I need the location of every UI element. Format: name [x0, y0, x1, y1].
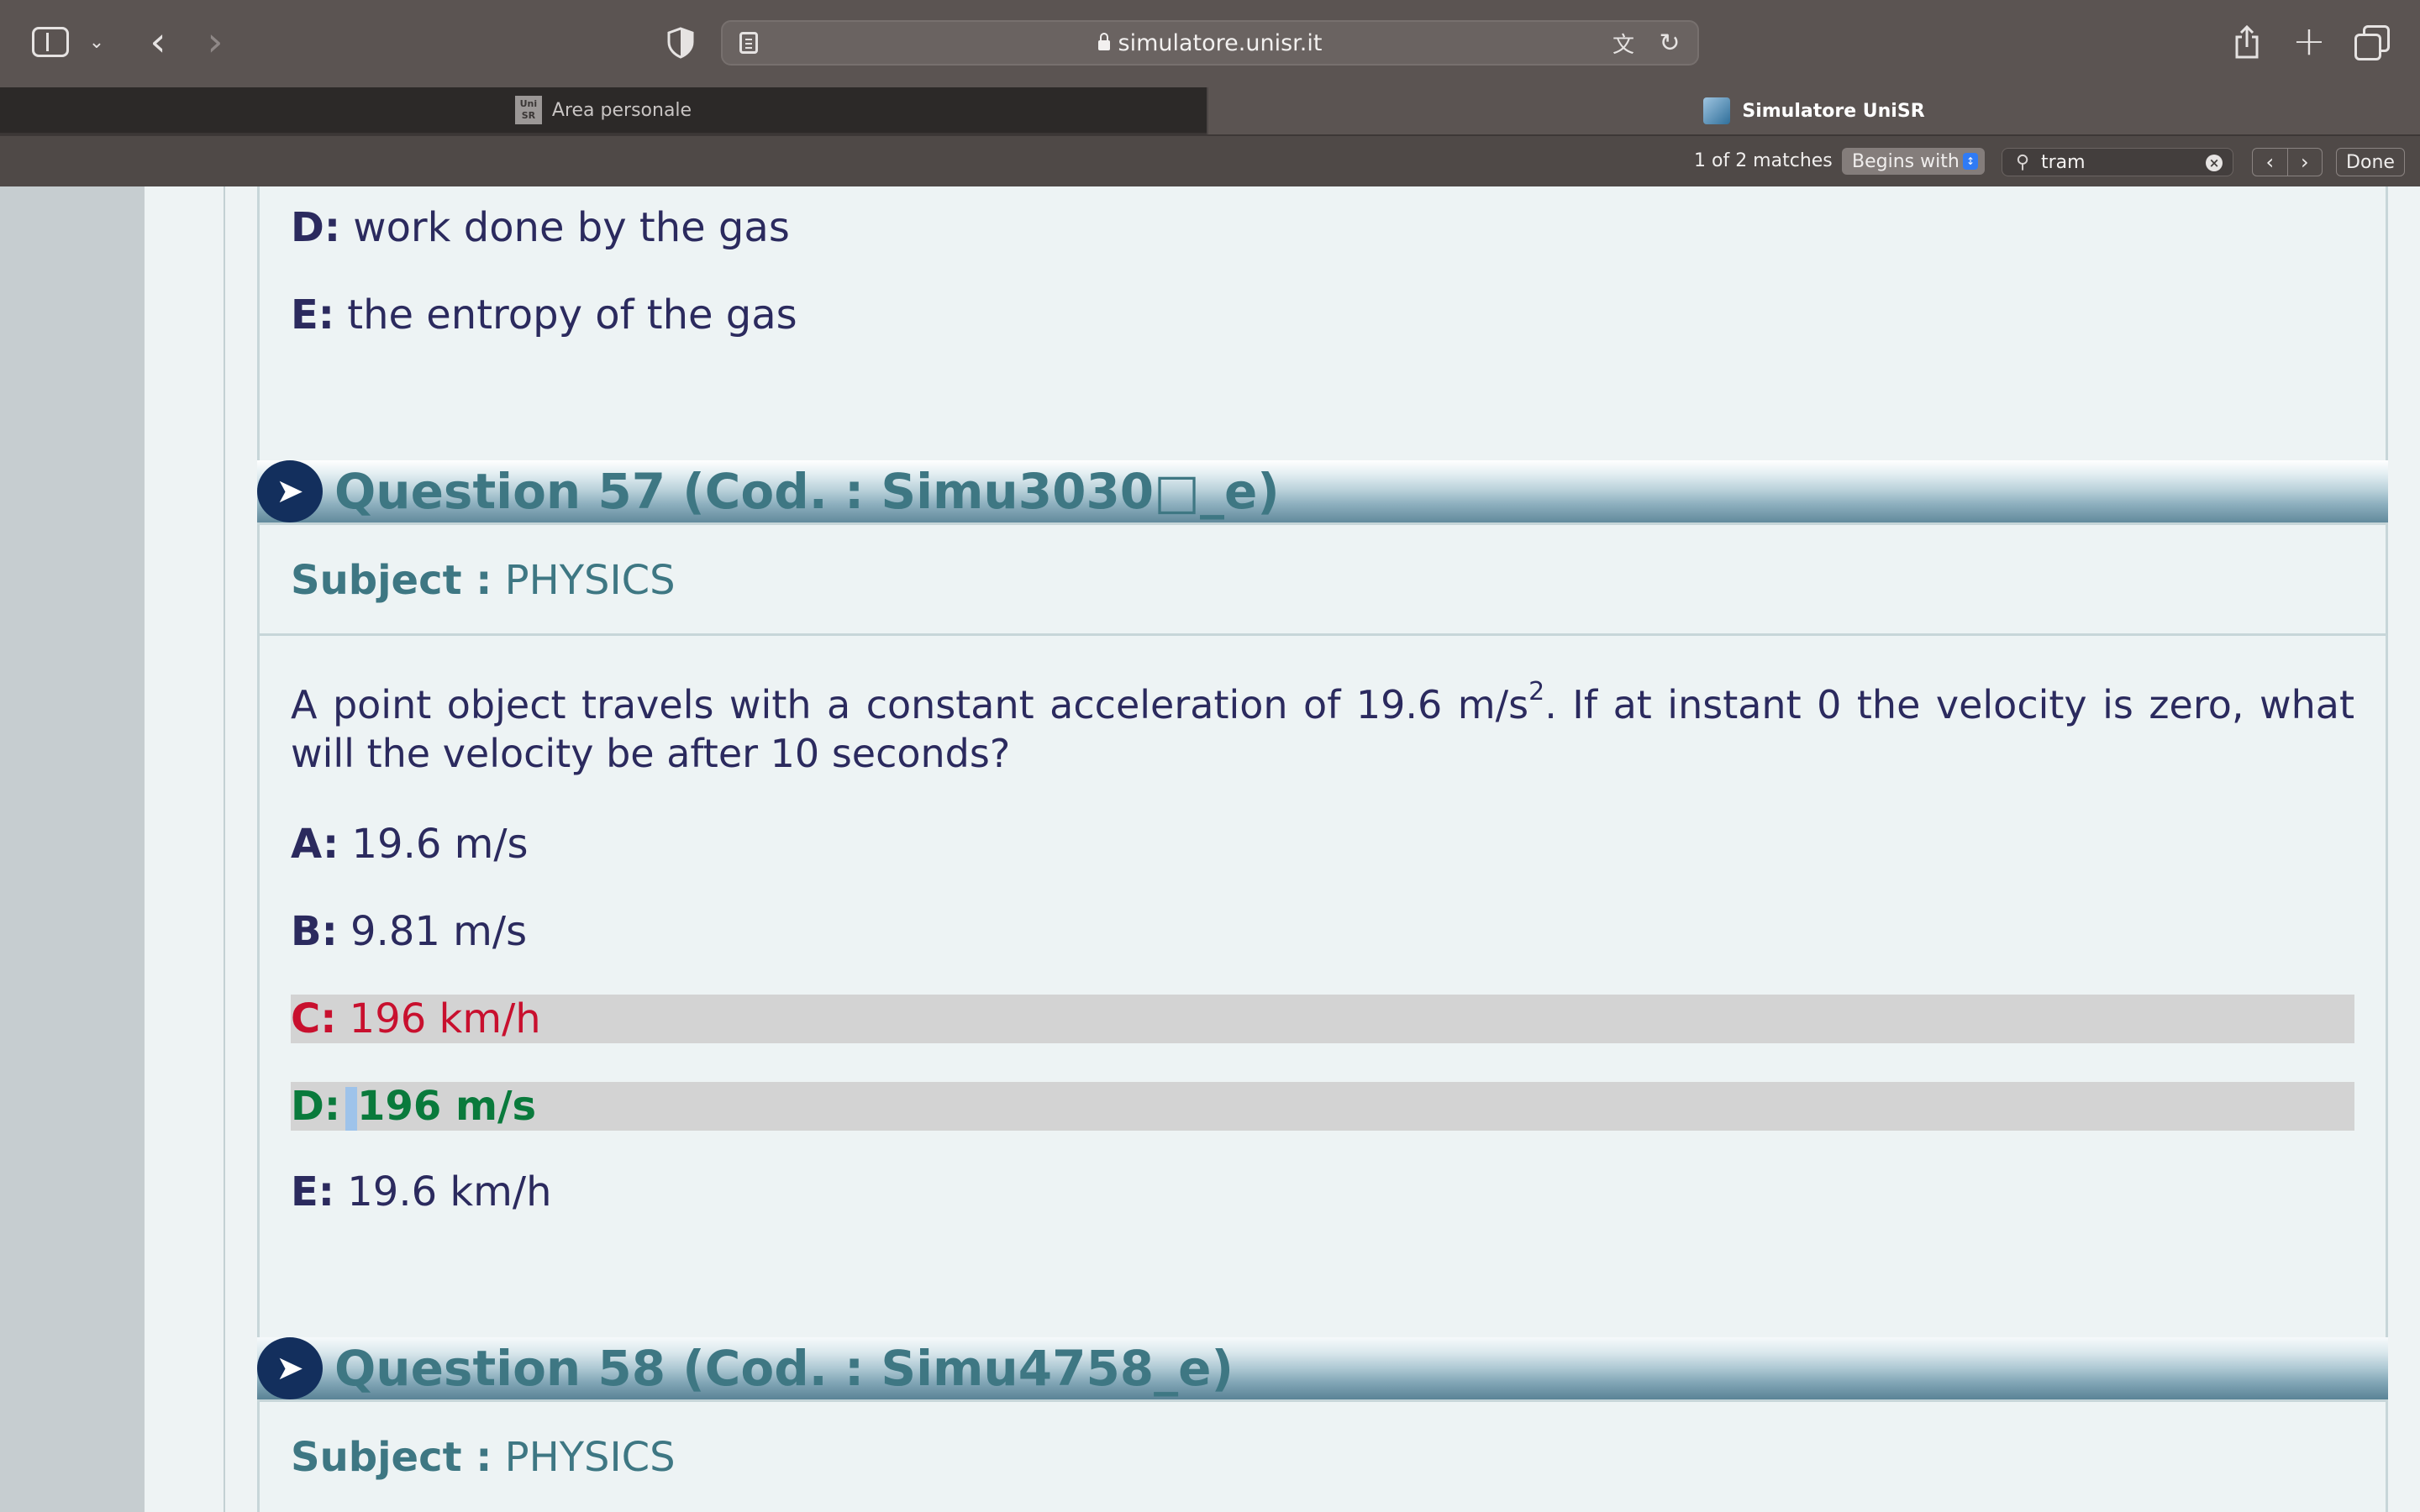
exponent: 2: [1528, 676, 1545, 706]
answer-letter: B:: [291, 908, 338, 955]
address-bar[interactable]: simulatore.unisr.it 文 ↻: [721, 20, 1699, 66]
question-57-text: A point object travels with a constant a…: [291, 676, 2354, 778]
tab-label: Area personale: [551, 99, 692, 121]
subject-label: Subject :: [291, 1434, 492, 1481]
reload-icon[interactable]: ↻: [1655, 29, 1684, 58]
text-cursor-highlight: [345, 1087, 358, 1131]
url-text: simulatore.unisr.it: [1118, 29, 1323, 56]
unisr-favicon-icon: Uni SR: [514, 96, 542, 124]
url-display[interactable]: simulatore.unisr.it: [723, 22, 1697, 64]
answer-b[interactable]: B: 9.81 m/s: [291, 907, 527, 956]
page-viewport: D: work done by the gas E: the entropy o…: [0, 186, 2420, 1512]
tab-label: Simulatore UniSR: [1742, 100, 1925, 122]
prev-answer-d[interactable]: D: work done by the gas: [291, 203, 790, 252]
back-button[interactable]: ‹: [141, 18, 175, 66]
answer-letter: D:: [291, 1083, 341, 1130]
shield-icon: [667, 27, 694, 59]
share-glyph: [2235, 25, 2259, 59]
share-icon[interactable]: [2230, 22, 2264, 62]
answer-text: 19.6 km/h: [334, 1168, 552, 1215]
find-mode-select[interactable]: Begins with ↕: [1842, 148, 1985, 175]
find-bar: 1 of 2 matches Begins with ↕ ⚲ × ‹ › Don…: [0, 134, 2420, 186]
find-navigation: ‹ ›: [2252, 148, 2323, 176]
prev-answer-e[interactable]: E: the entropy of the gas: [291, 291, 797, 339]
subject-divider: [257, 633, 2388, 636]
answer-text: 196 m/s: [357, 1083, 537, 1130]
column-divider: [224, 186, 225, 1512]
chevron-down-icon[interactable]: ⌄: [84, 25, 109, 59]
answer-e[interactable]: E: 19.6 km/h: [291, 1168, 552, 1216]
privacy-shield-icon[interactable]: [664, 25, 697, 60]
globe-favicon-icon: [1703, 97, 1731, 124]
select-stepper-icon: ↕: [1963, 153, 1978, 170]
answer-a[interactable]: A: 19.6 m/s: [291, 820, 529, 869]
answer-text: 196 km/h: [336, 995, 541, 1042]
find-field[interactable]: ⚲ ×: [2002, 148, 2233, 176]
question-57-subject: Subject : PHYSICS: [291, 551, 676, 610]
answer-d-correct[interactable]: D: 196 m/s: [291, 1082, 2354, 1131]
question-58-header: ➤ Question 58 (Cod. : Simu4758_e): [257, 1337, 2388, 1399]
subject-value: PHYSICS: [492, 1434, 676, 1481]
answer-text: work done by the gas: [340, 204, 790, 251]
find-mode-label: Begins with: [1852, 150, 1960, 172]
arrow-right-icon: ➤: [257, 460, 323, 522]
answer-letter: E:: [291, 1168, 334, 1215]
arrow-right-icon: ➤: [257, 1337, 323, 1399]
find-input[interactable]: [2041, 149, 2184, 176]
answer-c-wrong[interactable]: C: 196 km/h: [291, 995, 2354, 1043]
new-tab-button[interactable]: +: [2291, 18, 2328, 65]
lock-icon: [1097, 33, 1110, 50]
clear-icon[interactable]: ×: [2206, 155, 2223, 171]
subject-value: PHYSICS: [492, 557, 676, 604]
question-title: Question 58 (Cod. : Simu4758_e): [334, 1340, 1234, 1397]
sidebar-toggle-icon[interactable]: [32, 27, 69, 57]
question-58-subject: Subject : PHYSICS: [291, 1428, 676, 1487]
answer-text: 19.6 m/s: [339, 821, 529, 868]
subject-label: Subject :: [291, 557, 492, 604]
tab-strip: Uni SR Area personale Simulatore UniSR: [0, 87, 2420, 134]
search-icon: ⚲: [2015, 151, 2030, 173]
answer-letter: A:: [291, 821, 339, 868]
find-match-count: 1 of 2 matches: [1694, 150, 1833, 171]
answer-letter: C:: [291, 995, 337, 1042]
answer-text: the entropy of the gas: [334, 291, 797, 339]
find-done-button[interactable]: Done: [2336, 148, 2405, 176]
question-text-part-1: A point object travels with a constant a…: [291, 682, 1529, 727]
question-title: Question 57 (Cod. : Simu3030□_e): [334, 463, 1280, 520]
forward-button[interactable]: ›: [198, 18, 232, 66]
translate-icon[interactable]: 文: [1607, 29, 1640, 58]
answer-text: 9.81 m/s: [337, 908, 528, 955]
tab-area-personale[interactable]: Uni SR Area personale: [0, 87, 1207, 134]
find-next-button[interactable]: ›: [2288, 149, 2323, 176]
answer-letter: E:: [291, 291, 334, 339]
tab-simulatore-unisr[interactable]: Simulatore UniSR: [1208, 87, 2420, 134]
find-previous-button[interactable]: ‹: [2253, 149, 2288, 176]
tab-overview-icon[interactable]: [2354, 25, 2390, 60]
browser-toolbar: ⌄ ‹ › simulatore.unisr.it 文 ↻ +: [0, 0, 2420, 87]
question-57-header: ➤ Question 57 (Cod. : Simu3030□_e): [257, 460, 2388, 522]
answer-letter: D:: [291, 204, 341, 251]
